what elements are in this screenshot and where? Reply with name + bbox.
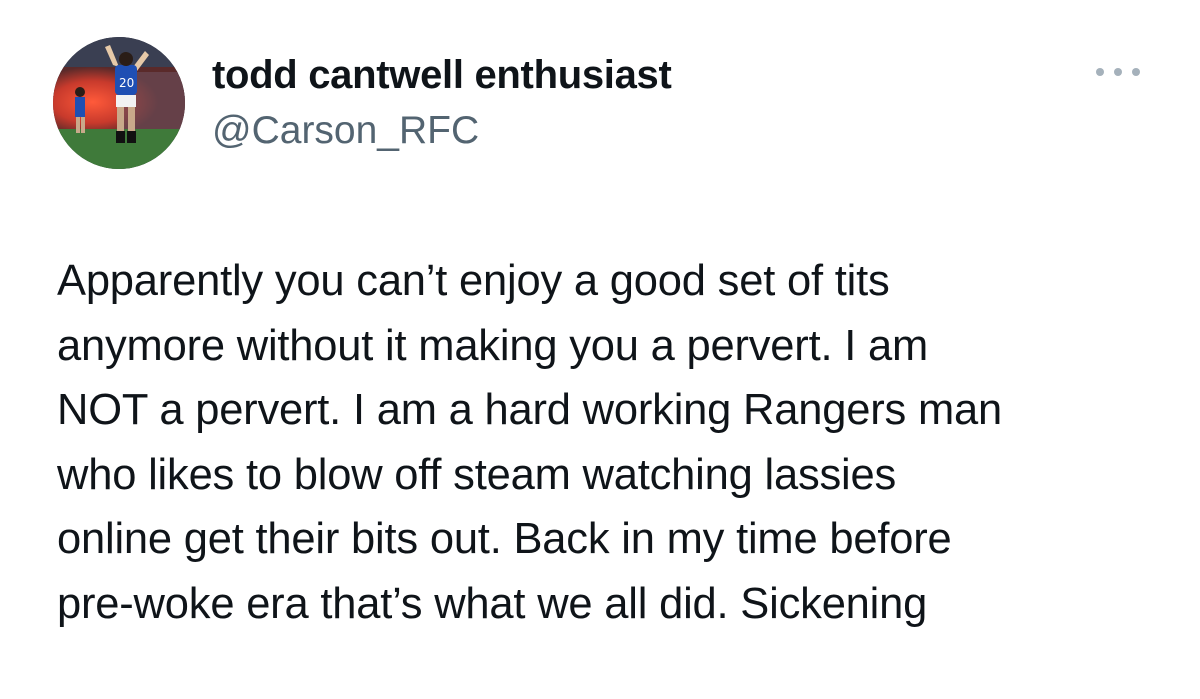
tweet-text-line: NOT a pervert. I am a hard working Range… [57,386,1002,434]
tweet-text-line: pre-woke era that’s what we all did. Sic… [57,579,928,628]
user-handle[interactable]: @Carson_RFC [212,109,479,153]
tweet-card: 20 todd cantwell enthusiast @Carson_RFC … [0,0,1200,699]
tweet-text-line: who likes to blow off steam watching las… [57,450,897,499]
tweet-text-line: anymore without it making you a pervert.… [57,321,929,370]
more-options-icon[interactable] [1096,60,1140,84]
menu-dot [1132,68,1140,76]
tweet-text-line: Apparently you can’t enjoy a good set of… [57,257,890,305]
avatar-shirt-number: 20 [119,76,134,90]
display-name[interactable]: todd cantwell enthusiast [212,53,672,97]
menu-dot [1096,68,1104,76]
tweet-text: Apparently you can’t enjoy a good set of… [57,249,1177,636]
menu-dot [1114,68,1122,76]
tweet-text-line: online get their bits out. Back in my ti… [57,515,952,563]
user-avatar[interactable]: 20 [53,37,185,169]
avatar-photo: 20 [53,37,185,169]
